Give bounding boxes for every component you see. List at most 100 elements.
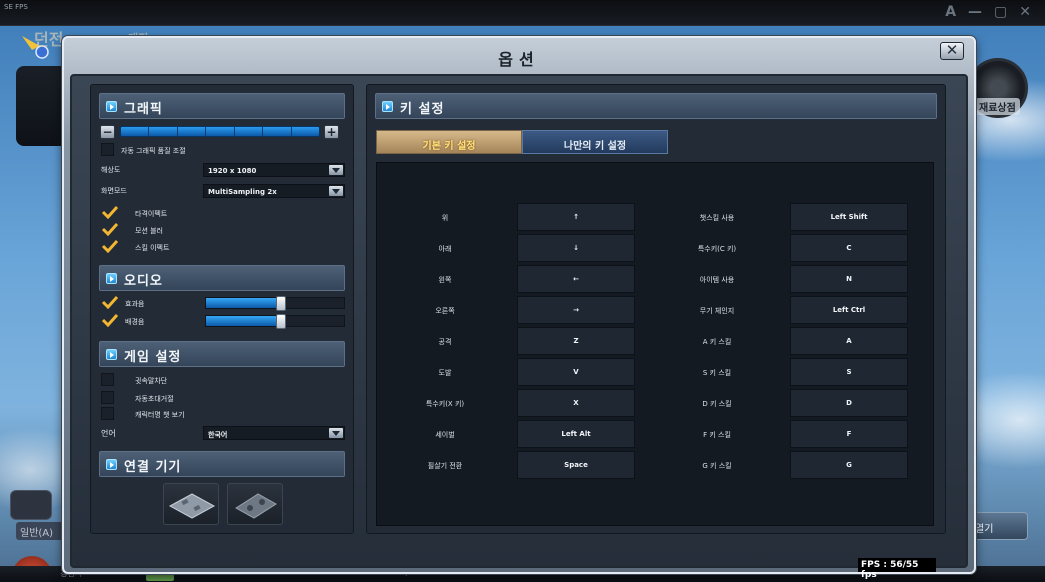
audio-title: 오디오: [124, 274, 163, 289]
account-icon[interactable]: A: [945, 5, 956, 19]
minimize-button[interactable]: —: [968, 5, 982, 19]
auto-quality-checkbox[interactable]: [101, 143, 114, 156]
language-value: 한국어: [208, 431, 228, 439]
right-action-label: D 키 스킬: [702, 400, 732, 408]
fps-counter: FPS : 56/55 fps: [858, 558, 936, 580]
app-titlebar: SE FPS A — ▢ ✕: [0, 0, 1045, 26]
bg-tab-dungeon: 던전: [34, 30, 64, 49]
devices-section-header: 연결 기기: [99, 451, 345, 477]
show-name-chat-label: 캐릭터명 챗 보기: [135, 411, 185, 419]
left-key-binding[interactable]: →: [517, 296, 635, 324]
bgm-thumb[interactable]: [276, 314, 286, 329]
left-key-binding[interactable]: Space: [517, 451, 635, 479]
language-select[interactable]: 한국어: [203, 426, 345, 440]
section-arrow-icon: [106, 349, 117, 360]
general-settings-panel: 그래픽 − + 자동 그래픽 품질 조절 해상도 1920 x 1080 화면모…: [90, 84, 354, 534]
effect-sound-fill: [206, 298, 281, 308]
key-mapping-table: 위 ↑ 아래 ↓ 왼쪽 ← 오른쪽 → 공격 Z 도발 V 특수키(X 키) X 세이벌 Left Alt 필살…: [376, 162, 934, 526]
quality-increase-button[interactable]: +: [324, 125, 339, 139]
section-arrow-icon: [106, 459, 117, 470]
right-key-binding[interactable]: S: [790, 358, 908, 386]
language-label: 언어: [101, 429, 116, 438]
skill-effect-label: 스킬 이펙트: [135, 244, 170, 252]
right-action-label: F 키 스킬: [703, 431, 731, 439]
left-key-binding[interactable]: ←: [517, 265, 635, 293]
chevron-down-icon: [329, 186, 343, 196]
section-arrow-icon: [382, 101, 393, 112]
right-key-binding[interactable]: D: [790, 389, 908, 417]
effect-sound-checkbox[interactable]: [101, 295, 119, 309]
close-window-button[interactable]: ✕: [1019, 5, 1031, 19]
left-action-label: 필살기 전환: [427, 462, 463, 470]
bgm-slider[interactable]: [205, 314, 345, 329]
display-mode-value: MultiSampling 2x: [208, 188, 277, 196]
right-action-label: 무기 체인지: [699, 307, 735, 315]
auto-decline-invite-checkbox[interactable]: [101, 391, 114, 404]
right-key-binding[interactable]: C: [790, 234, 908, 262]
bgm-checkbox[interactable]: [101, 313, 119, 327]
left-key-binding[interactable]: X: [517, 389, 635, 417]
left-action-label: 위: [441, 214, 449, 222]
auto-quality-label: 자동 그래픽 품질 조절: [121, 147, 186, 155]
bgm-label: 배경음: [125, 318, 145, 326]
right-key-binding[interactable]: Left Shift: [790, 203, 908, 231]
tab-default-keys[interactable]: 기본 키 설정: [376, 130, 522, 154]
right-action-label: G 키 스킬: [702, 462, 732, 470]
left-action-label: 세이벌: [435, 431, 455, 439]
motion-blur-label: 모션 블러: [135, 227, 163, 235]
graphics-section-header: 그래픽: [99, 93, 345, 119]
skill-effect-checkbox[interactable]: [101, 239, 119, 253]
right-action-label: S 키 스킬: [702, 369, 732, 377]
resolution-select[interactable]: 1920 x 1080: [203, 163, 345, 177]
keyboard-icon: [168, 493, 216, 519]
right-key-binding[interactable]: N: [790, 265, 908, 293]
left-action-label: 왼쪽: [438, 276, 452, 284]
left-key-binding[interactable]: ↓: [517, 234, 635, 262]
key-settings-title: 키 설정: [400, 102, 445, 117]
hit-effect-label: 타격이펙트: [135, 210, 168, 218]
right-key-binding[interactable]: G: [790, 451, 908, 479]
left-key-binding[interactable]: Z: [517, 327, 635, 355]
megaphone-icon: [10, 490, 52, 520]
auto-decline-invite-label: 자동초대거절: [135, 395, 174, 403]
app-title: SE FPS: [4, 3, 28, 11]
motion-blur-checkbox[interactable]: [101, 222, 119, 236]
effect-sound-thumb[interactable]: [276, 296, 286, 311]
bgm-fill: [206, 316, 281, 326]
right-action-label: A 키 스킬: [702, 338, 732, 346]
left-action-label: 공격: [438, 338, 452, 346]
gamepad-icon: [235, 493, 277, 519]
section-arrow-icon: [106, 101, 117, 112]
close-button[interactable]: ✕: [940, 42, 964, 60]
bg-chat-mode: 일반(A): [16, 522, 66, 540]
left-key-binding[interactable]: ↑: [517, 203, 635, 231]
right-action-label: 챗스킬 사용: [699, 214, 735, 222]
effect-sound-label: 효과음: [125, 300, 145, 308]
block-whisper-checkbox[interactable]: [101, 373, 114, 386]
key-settings-section-header: 키 설정: [375, 93, 937, 119]
hit-effect-checkbox[interactable]: [101, 205, 119, 219]
block-whisper-label: 귓속말차단: [135, 377, 168, 385]
gamepad-device-button[interactable]: [227, 483, 283, 525]
display-mode-label: 화면모드: [101, 187, 127, 195]
display-mode-select[interactable]: MultiSampling 2x: [203, 184, 345, 198]
game-settings-section-header: 게임 설정: [99, 341, 345, 367]
show-name-chat-checkbox[interactable]: [101, 407, 114, 420]
left-action-label: 오른쪽: [435, 307, 455, 315]
right-key-binding[interactable]: F: [790, 420, 908, 448]
effect-sound-slider[interactable]: [205, 296, 345, 311]
right-action-label: 아이템 사용: [699, 276, 735, 284]
graphics-quality-slider[interactable]: [120, 126, 320, 137]
tab-custom-keys[interactable]: 나만의 키 설정: [522, 130, 668, 154]
game-settings-title: 게임 설정: [124, 350, 182, 365]
quality-decrease-button[interactable]: −: [100, 125, 115, 139]
resolution-label: 해상도: [101, 166, 121, 174]
maximize-button[interactable]: ▢: [994, 5, 1007, 19]
section-arrow-icon: [106, 273, 117, 284]
right-key-binding[interactable]: A: [790, 327, 908, 355]
chevron-down-icon: [329, 165, 343, 175]
left-key-binding[interactable]: V: [517, 358, 635, 386]
right-key-binding[interactable]: Left Ctrl: [790, 296, 908, 324]
keyboard-device-button[interactable]: [163, 483, 219, 525]
left-key-binding[interactable]: Left Alt: [517, 420, 635, 448]
